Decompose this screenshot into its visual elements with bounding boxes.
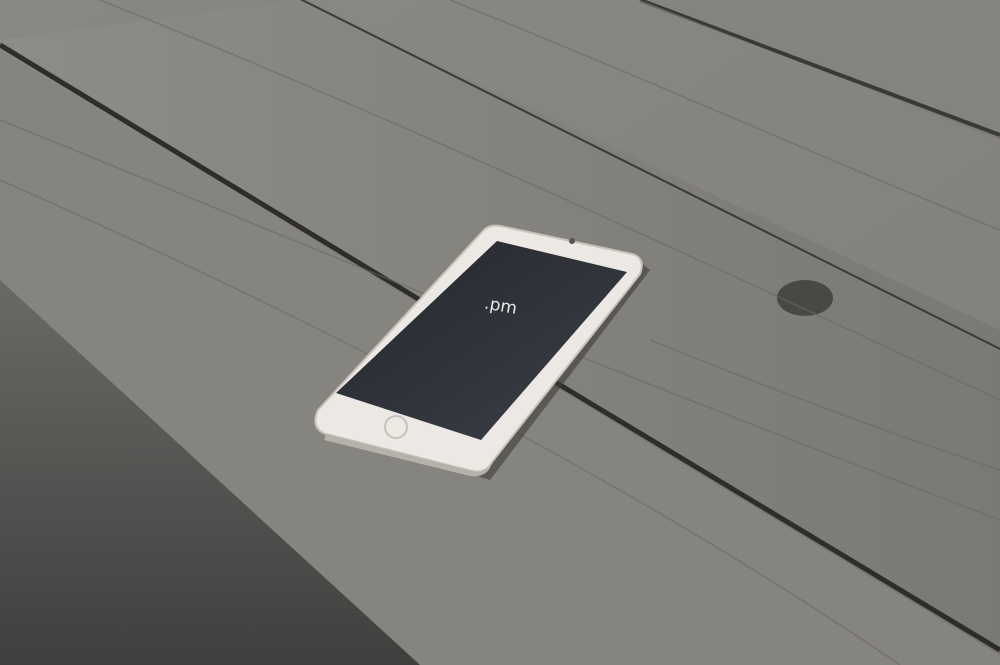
- front-camera-icon: [569, 238, 575, 244]
- wood-knot: [777, 280, 833, 316]
- photo-scene: .pm: [0, 0, 1000, 665]
- wood-deck: .pm: [0, 0, 1000, 665]
